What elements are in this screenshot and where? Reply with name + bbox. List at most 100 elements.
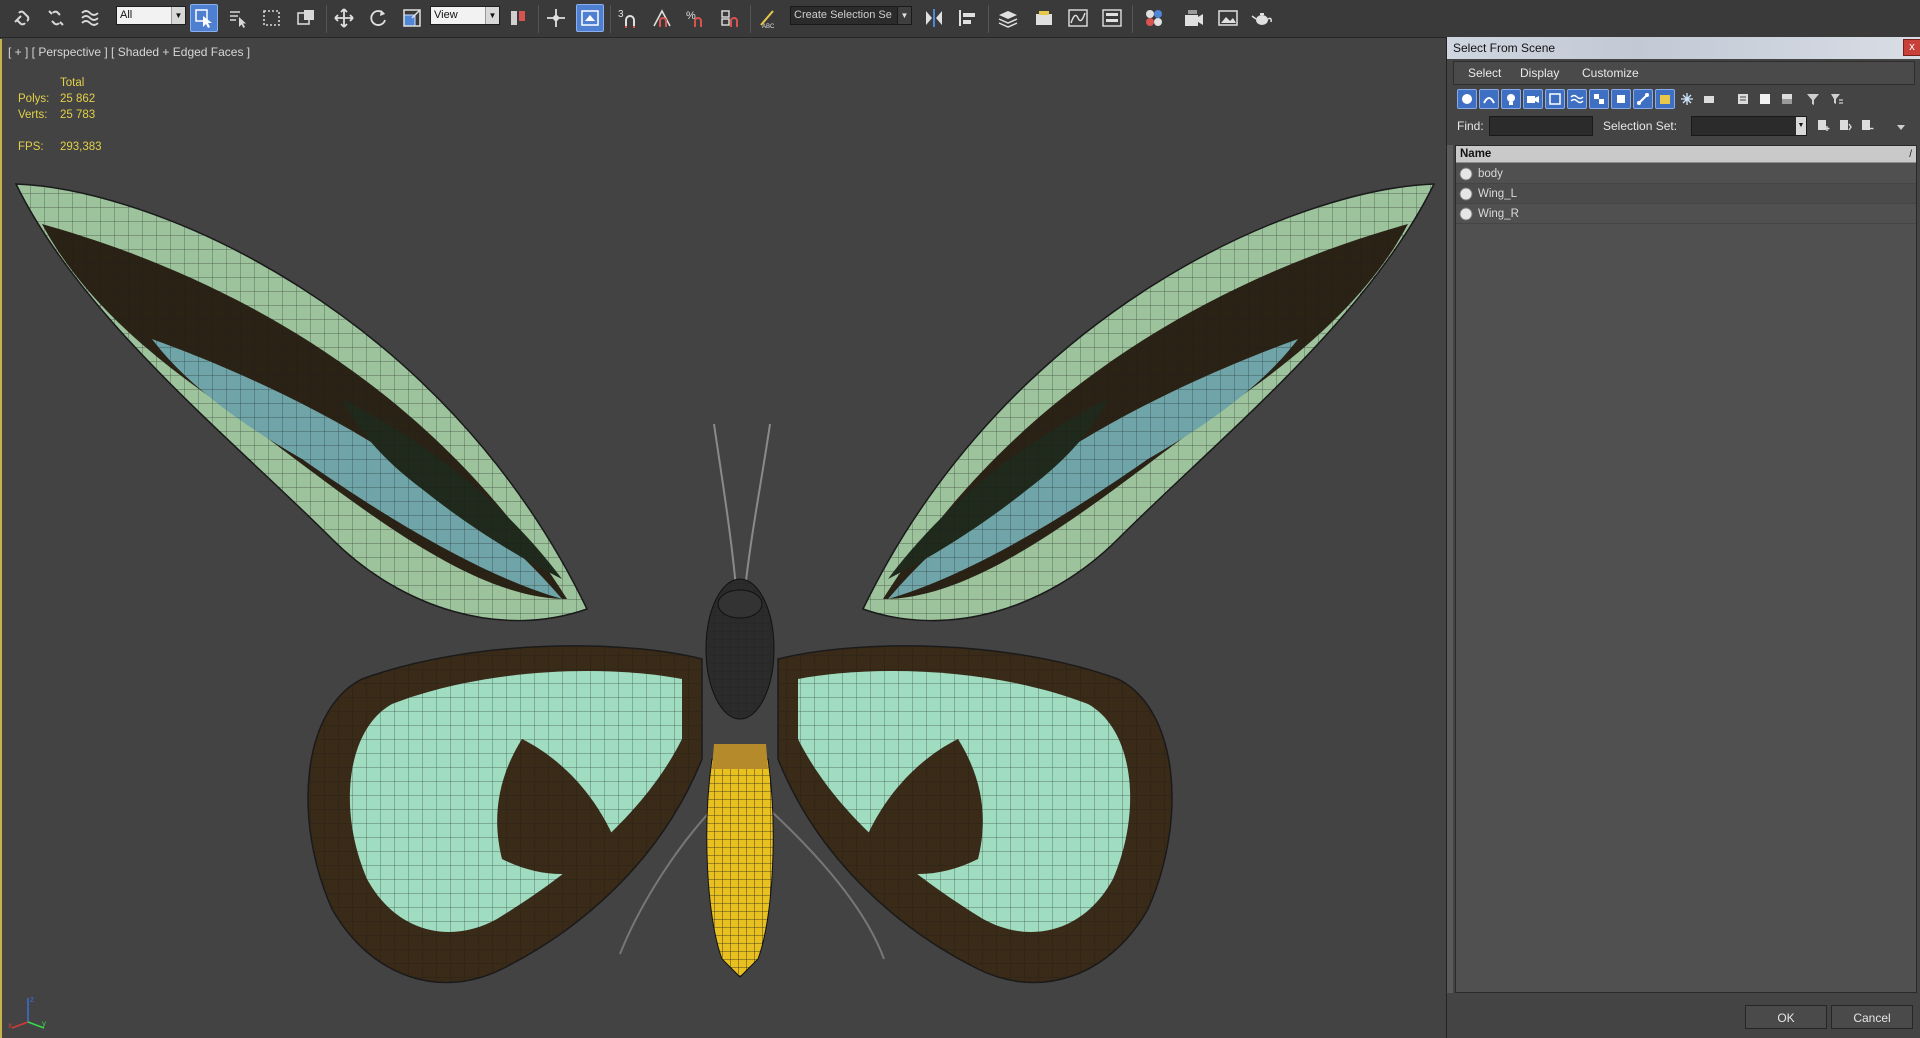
- remove-set-icon: [1862, 120, 1874, 130]
- render-setup-button[interactable]: [1180, 4, 1208, 32]
- select-and-scale-button[interactable]: [398, 4, 426, 32]
- schematic-view-icon: [1102, 9, 1122, 27]
- left-hindwing: [307, 645, 703, 984]
- display-helpers-button[interactable]: [1545, 89, 1565, 109]
- display-lights-button[interactable]: [1501, 89, 1521, 109]
- select-object-button[interactable]: [190, 4, 218, 32]
- stats-verts-label: Verts:: [18, 109, 48, 121]
- list-item[interactable]: body: [1456, 164, 1916, 184]
- space-warp-icon: [1570, 94, 1584, 104]
- display-groups-button[interactable]: [1589, 89, 1609, 109]
- use-pivot-center-button[interactable]: [504, 4, 532, 32]
- manipulate-icon: [547, 9, 565, 27]
- perspective-viewport[interactable]: [ + ] [ Perspective ] [ Shaded + Edged F…: [0, 39, 1445, 1038]
- unlink-selection-button[interactable]: [42, 4, 70, 32]
- display-bones-button[interactable]: [1633, 89, 1653, 109]
- panel-options-button[interactable]: [1891, 117, 1911, 137]
- magnet-snap-icon: 3: [618, 9, 635, 28]
- menu-display[interactable]: Display: [1520, 66, 1559, 80]
- dialog-title: Select From Scene: [1453, 41, 1556, 55]
- menu-customize[interactable]: Customize: [1582, 66, 1639, 80]
- align-button[interactable]: [954, 4, 982, 32]
- curve-editor-button[interactable]: [1064, 4, 1092, 32]
- chevron-down-icon: ▼: [171, 7, 185, 24]
- list-item[interactable]: Wing_L: [1456, 184, 1916, 204]
- display-geometry-button[interactable]: [1457, 89, 1477, 109]
- angle-snap-icon: [653, 9, 671, 27]
- display-containers-button[interactable]: [1655, 89, 1675, 109]
- list-item[interactable]: Wing_R: [1456, 204, 1916, 224]
- display-shapes-button[interactable]: [1479, 89, 1499, 109]
- layer-manager-button[interactable]: [994, 4, 1022, 32]
- reference-coordinate-dropdown[interactable]: View ▼: [430, 6, 500, 25]
- svg-text:3: 3: [618, 9, 624, 20]
- rendered-frame-window-button[interactable]: [1214, 4, 1242, 32]
- add-to-selection-set-button[interactable]: [1835, 115, 1855, 135]
- select-and-manipulate-button[interactable]: [542, 4, 570, 32]
- left-antenna: [713, 423, 738, 600]
- selection-filter-dropdown[interactable]: All ▼: [116, 6, 186, 25]
- select-invert-button[interactable]: [1777, 89, 1797, 109]
- list-item-label: Wing_R: [1478, 208, 1519, 220]
- rectangular-selection-region-button[interactable]: [258, 4, 286, 32]
- select-all-button[interactable]: [1733, 89, 1753, 109]
- camera-icon: [1527, 96, 1539, 103]
- scene-explorer-button[interactable]: [1030, 4, 1058, 32]
- select-and-move-button[interactable]: [330, 4, 358, 32]
- chevron-down-icon: ▼: [485, 7, 499, 24]
- mirror-button[interactable]: [920, 4, 948, 32]
- display-object-xrefs-button[interactable]: [1611, 89, 1631, 109]
- edit-named-selection-sets-button[interactable]: ABC: [754, 4, 782, 32]
- menu-select[interactable]: Select: [1468, 66, 1501, 80]
- display-space-warps-button[interactable]: [1567, 89, 1587, 109]
- snaps-toggle-button[interactable]: 3: [614, 4, 642, 32]
- select-none-button[interactable]: [1755, 89, 1775, 109]
- toolbar-separator: [1132, 5, 1133, 33]
- dialog-footer: OK Cancel: [1447, 997, 1920, 1038]
- find-input[interactable]: [1489, 116, 1593, 136]
- toolbar-separator: [988, 5, 989, 33]
- geometry-sphere-icon: [1459, 187, 1473, 201]
- render-production-button[interactable]: [1248, 4, 1276, 32]
- right-forewing: [861, 183, 1436, 622]
- dialog-menu-bar: Select Display Customize: [1453, 61, 1915, 85]
- find-bar: Find: Selection Set: ▼: [1453, 115, 1915, 137]
- create-selection-set-button[interactable]: [1813, 115, 1833, 135]
- material-editor-button[interactable]: [1140, 4, 1168, 32]
- cancel-button[interactable]: Cancel: [1831, 1005, 1913, 1029]
- display-frozen-button[interactable]: [1677, 89, 1697, 109]
- keyboard-shortcut-override-button[interactable]: [576, 4, 604, 32]
- viewport-label[interactable]: [ + ] [ Perspective ] [ Shaded + Edged F…: [8, 45, 250, 59]
- filter-options-button[interactable]: [1827, 89, 1847, 109]
- close-button[interactable]: x: [1903, 39, 1920, 56]
- select-cursor-icon: [195, 9, 212, 28]
- named-selection-sets-dropdown[interactable]: Create Selection Se ▼: [790, 6, 912, 25]
- filter-button[interactable]: [1803, 89, 1823, 109]
- selection-set-dropdown[interactable]: ▼: [1691, 116, 1807, 136]
- scene-object-list[interactable]: Name / body Wing_L Wing_R: [1455, 145, 1917, 993]
- bind-to-space-warp-button[interactable]: [76, 4, 104, 32]
- move-icon: [334, 8, 354, 28]
- sort-indicator-icon: /: [1909, 149, 1912, 160]
- display-cameras-button[interactable]: [1523, 89, 1543, 109]
- percent-snap-toggle-button[interactable]: %: [682, 4, 710, 32]
- link-icon: [14, 10, 30, 26]
- schematic-view-button[interactable]: [1098, 4, 1126, 32]
- select-and-link-button[interactable]: [8, 4, 36, 32]
- select-by-name-button[interactable]: [224, 4, 252, 32]
- ok-button[interactable]: OK: [1745, 1005, 1827, 1029]
- display-hidden-button[interactable]: [1699, 89, 1719, 109]
- layers-icon: [998, 11, 1018, 28]
- spinner-snap-toggle-button[interactable]: [716, 4, 744, 32]
- window-crossing-button[interactable]: [292, 4, 320, 32]
- stats-total-label: Total: [60, 77, 85, 89]
- stats-verts-value: 25 783: [60, 109, 96, 121]
- name-column-header[interactable]: Name /: [1456, 146, 1916, 163]
- thorax: [705, 578, 775, 720]
- remove-from-selection-set-button[interactable]: [1857, 115, 1877, 135]
- select-and-rotate-button[interactable]: [364, 4, 392, 32]
- scene-explorer-icon: [1036, 11, 1052, 25]
- dialog-title-bar[interactable]: Select From Scene x: [1447, 37, 1920, 59]
- angle-snap-toggle-button[interactable]: [648, 4, 676, 32]
- stats-polys-label: Polys:: [18, 93, 50, 105]
